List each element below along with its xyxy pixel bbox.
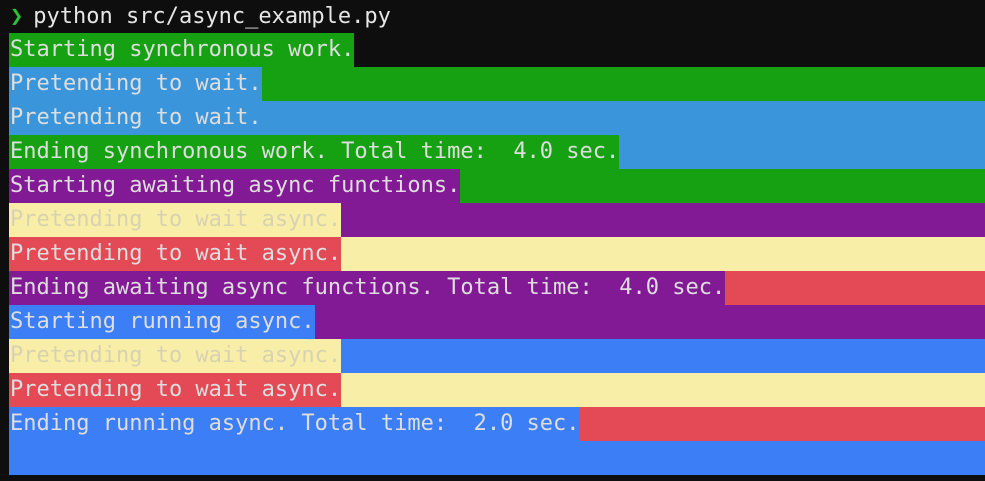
line-text: Ending awaiting async functions. Total t… <box>9 271 726 305</box>
output-line: Ending awaiting async functions. Total t… <box>9 271 985 305</box>
line-text: Pretending to wait. <box>9 67 262 101</box>
line-text: Ending running async. Total time: 2.0 se… <box>9 407 580 441</box>
output-line: Starting running async. <box>9 305 985 339</box>
line-text: Starting synchronous work. <box>9 33 355 67</box>
line-text: Pretending to wait async. <box>9 339 342 373</box>
output-line: Pretending to wait. <box>9 67 985 101</box>
output-line: Pretending to wait async. <box>9 237 985 271</box>
output-line: Ending running async. Total time: 2.0 se… <box>9 407 985 441</box>
output-line: Starting awaiting async functions. <box>9 169 985 203</box>
output-line: Ending synchronous work. Total time: 4.0… <box>9 135 985 169</box>
prompt-arrow-icon: ❯ <box>10 4 24 29</box>
output-line: Pretending to wait async. <box>9 373 985 407</box>
output-line: Pretending to wait. <box>9 101 985 135</box>
output-line: Pretending to wait async. <box>9 203 985 237</box>
output-line: Pretending to wait async. <box>9 339 985 373</box>
output-line: Starting synchronous work. <box>9 33 985 67</box>
terminal-window[interactable]: ❯ python src/async_example.py Starting sy… <box>0 0 985 481</box>
line-text: Pretending to wait async. <box>9 203 342 237</box>
line-text: Starting running async. <box>9 305 315 339</box>
line-text: Pretending to wait async. <box>9 373 342 407</box>
line-text: Ending synchronous work. Total time: 4.0… <box>9 135 620 169</box>
terminal-output: Starting synchronous work. Pretending to… <box>9 33 985 475</box>
command-text: python src/async_example.py <box>33 4 391 29</box>
line-text: Pretending to wait async. <box>9 237 342 271</box>
line-text: Starting awaiting async functions. <box>9 169 461 203</box>
trailing-background <box>9 441 985 475</box>
line-text: Pretending to wait. <box>9 101 262 135</box>
command-prompt: ❯ python src/async_example.py <box>10 0 391 34</box>
